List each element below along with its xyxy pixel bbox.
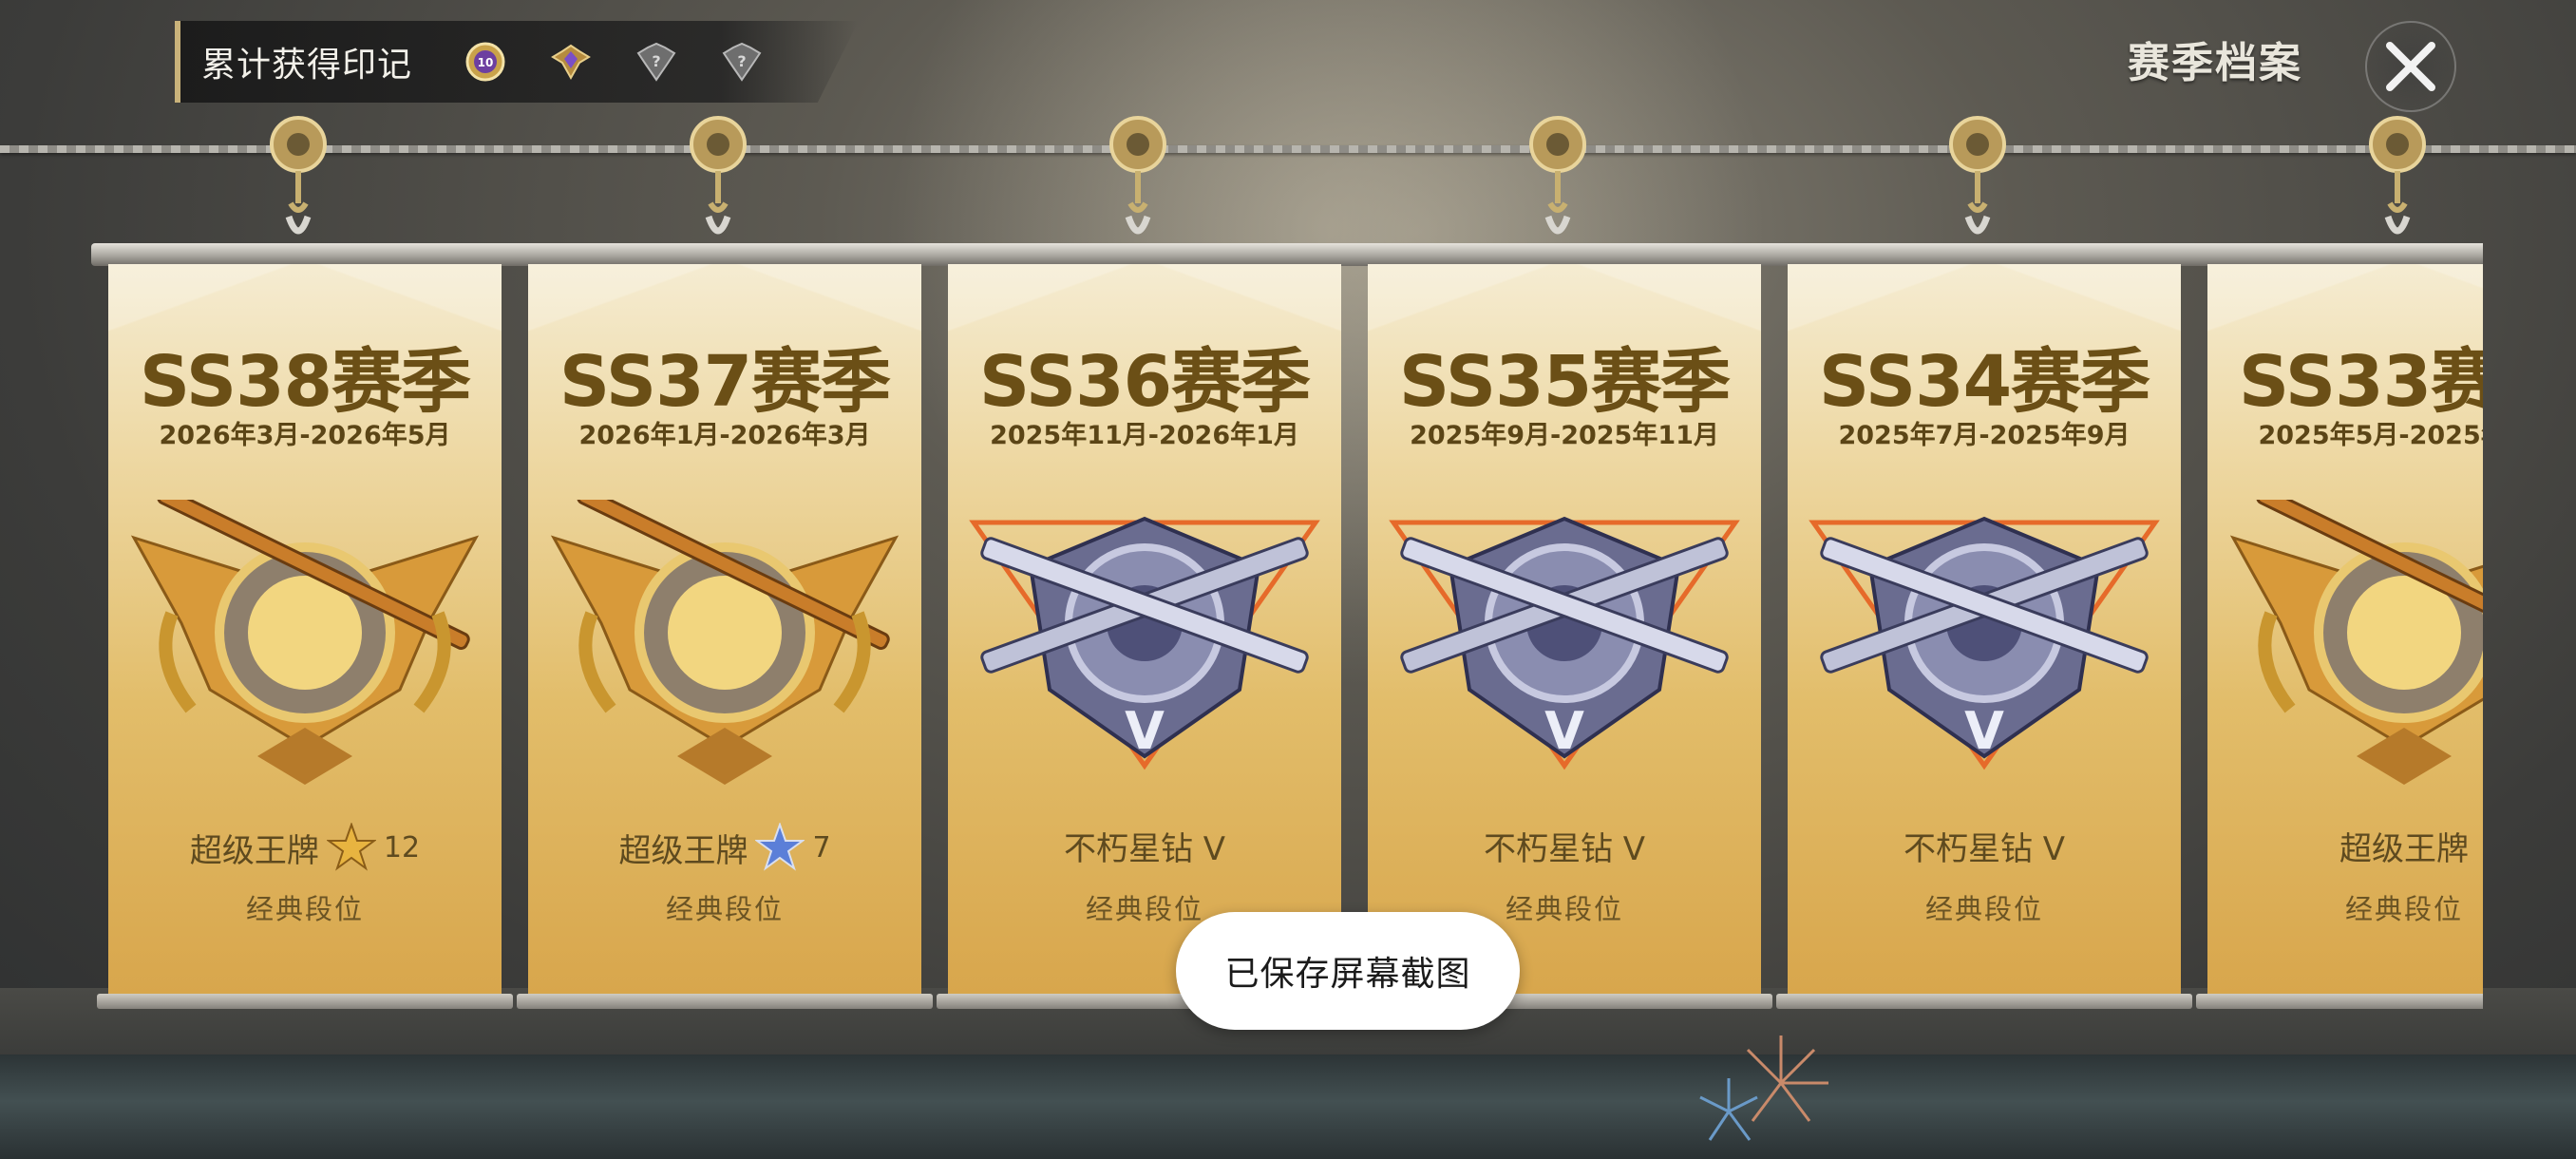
season-dates: 2025年7月-2025年9月 [1838, 421, 2131, 450]
rank-name: 不朽星钻 V [1063, 830, 1226, 868]
season-dates: 2026年3月-2026年5月 [159, 421, 451, 450]
diamond-rank-badge-icon: V [969, 516, 1320, 770]
star-count: 12 [383, 830, 421, 864]
diamond-rank-badge-icon: V [1809, 516, 2160, 770]
hanger-hook-icon [1529, 116, 1586, 235]
banner-cloth: SS38赛季 2026年3月-2026年5月 超级王牌 12 经典段位 [108, 264, 502, 996]
banner-rod-top [1771, 243, 2198, 266]
mode-label: 经典段位 [245, 893, 364, 925]
banner-rod-top [2190, 243, 2483, 266]
season-dates: 2026年1月-2026年3月 [578, 421, 871, 450]
rank-name: 超级王牌 [2339, 830, 2469, 868]
hanger-hook-icon [690, 116, 747, 235]
banner-rod-bottom [1776, 994, 2192, 1009]
rank-line: 超级王牌 7 [528, 823, 921, 872]
season-dates: 2025年9月-2025年11月 [1410, 421, 1719, 450]
season-banners: SS38赛季 2026年3月-2026年5月 超级王牌 12 经典段位 SS37… [0, 0, 2483, 1045]
fireworks-icon [1699, 1036, 1828, 1141]
banner-rod-top [511, 243, 938, 266]
floor [0, 1054, 2576, 1159]
banner-cloth: SS33赛季 2025年5月-2025年7月 超级王牌 经典段位 [2207, 264, 2483, 996]
banner-rod-bottom [517, 994, 933, 1009]
rank-line: 不朽星钻 V [948, 823, 1341, 869]
banner-cloth: SS35赛季 2025年9月-2025年11月 V 不朽星钻 V 经典段位 [1368, 264, 1761, 996]
mode-label: 经典段位 [665, 893, 784, 925]
rank-name: 不朽星钻 V [1903, 830, 2066, 868]
season-title: SS37赛季 [559, 341, 891, 423]
rank-name: 超级王牌 [189, 831, 319, 870]
rank-name: 不朽星钻 V [1483, 830, 1646, 868]
season-dates: 2025年11月-2026年1月 [990, 421, 1299, 450]
season-title: SS33赛季 [2238, 341, 2483, 423]
banner-rod-top [1351, 243, 1778, 266]
season-banner[interactable]: SS34赛季 2025年7月-2025年9月 V 不朽星钻 V 经典段位 [1771, 243, 2198, 1015]
gold-star-icon [326, 823, 376, 871]
banner-rod-bottom [2196, 994, 2483, 1009]
rank-line: 超级王牌 12 [108, 823, 502, 872]
banner-rod-bottom [97, 994, 513, 1009]
banner-cloth: SS34赛季 2025年7月-2025年9月 V 不朽星钻 V 经典段位 [1788, 264, 2181, 996]
hanger-hook-icon [2369, 116, 2426, 235]
svg-text:V: V [1125, 701, 1165, 761]
season-dates: 2025年5月-2025年7月 [2258, 421, 2483, 450]
svg-text:V: V [1964, 701, 2004, 761]
season-title: SS34赛季 [1818, 341, 2150, 423]
season-banner[interactable]: SS38赛季 2026年3月-2026年5月 超级王牌 12 经典段位 [91, 243, 519, 1015]
banner-rod-top [91, 243, 519, 266]
rank-line: 不朽星钻 V [1368, 823, 1761, 869]
season-banner[interactable]: SS35赛季 2025年9月-2025年11月 V 不朽星钻 V 经典段位 [1351, 243, 1778, 1015]
season-banner[interactable]: SS36赛季 2025年11月-2026年1月 V 不朽星钻 V 经典段位 [931, 243, 1358, 1015]
blue-star-icon [755, 823, 805, 871]
mode-label: 经典段位 [2344, 893, 2463, 925]
ace-rank-badge-icon [550, 500, 900, 785]
svg-text:V: V [1544, 701, 1584, 761]
season-banner[interactable]: SS33赛季 2025年5月-2025年7月 超级王牌 经典段位 [2190, 243, 2483, 1015]
rank-line: 超级王牌 [2207, 823, 2483, 869]
star-count: 7 [812, 830, 831, 864]
season-banner[interactable]: SS37赛季 2026年1月-2026年3月 超级王牌 7 经典段位 [511, 243, 938, 1015]
season-title: SS35赛季 [1398, 341, 1731, 423]
banner-rod-top [931, 243, 1358, 266]
rank-line: 不朽星钻 V [1788, 823, 2181, 869]
hanger-hook-icon [1109, 116, 1166, 235]
banner-cloth: SS36赛季 2025年11月-2026年1月 V 不朽星钻 V 经典段位 [948, 264, 1341, 996]
ace-rank-badge-icon [130, 500, 480, 785]
season-title: SS38赛季 [139, 341, 471, 423]
hanger-hook-icon [270, 116, 327, 235]
season-title: SS36赛季 [978, 341, 1311, 423]
diamond-rank-badge-icon: V [1389, 516, 1740, 770]
banner-cloth: SS37赛季 2026年1月-2026年3月 超级王牌 7 经典段位 [528, 264, 921, 996]
screenshot-saved-toast: 已保存屏幕截图 [1176, 912, 1520, 1030]
hanger-hook-icon [1949, 116, 2006, 235]
ace-rank-badge-icon [2229, 500, 2483, 785]
rank-name: 超级王牌 [618, 831, 748, 870]
mode-label: 经典段位 [1924, 893, 2043, 925]
